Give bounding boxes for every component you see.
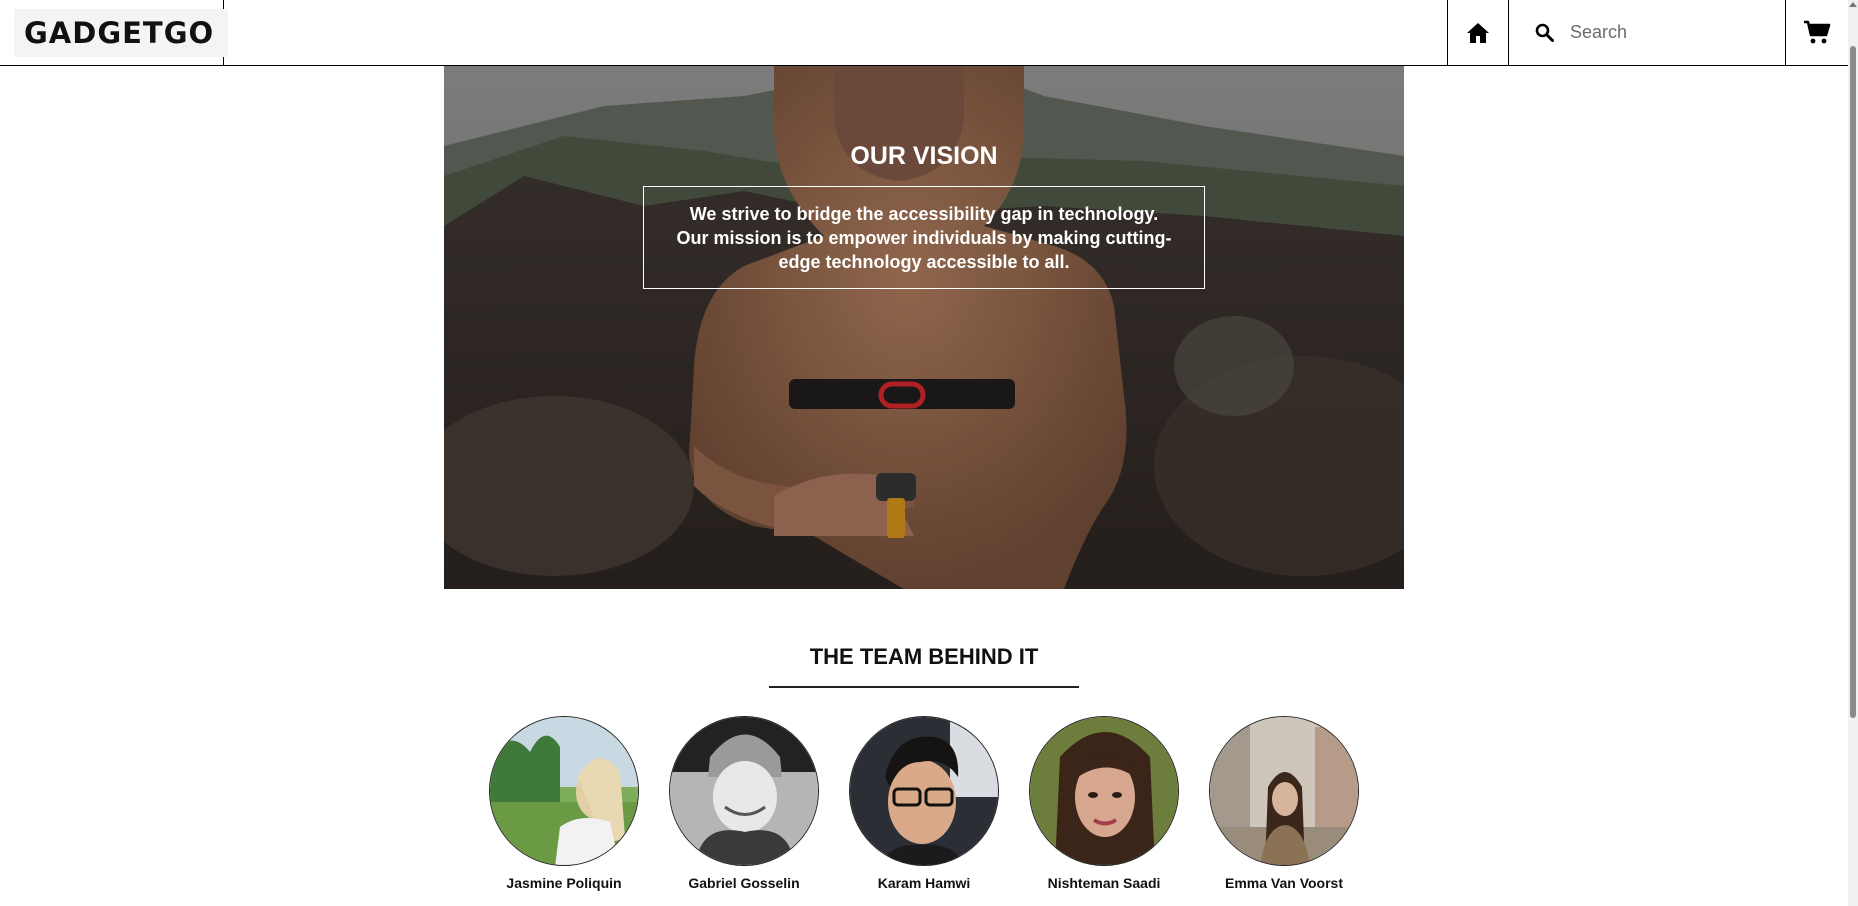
search-input[interactable] bbox=[1570, 22, 1770, 43]
member-name: Jasmine Poliquin bbox=[506, 875, 622, 891]
scroll-up-arrow-icon[interactable] bbox=[1849, 2, 1857, 7]
logo[interactable]: GADGETGO bbox=[14, 8, 229, 57]
avatar bbox=[669, 716, 819, 866]
cart-button[interactable] bbox=[1785, 0, 1848, 65]
avatar bbox=[1029, 716, 1179, 866]
page-scrollbar[interactable] bbox=[1848, 0, 1858, 906]
vision-hero: OUR VISION We strive to bridge the acces… bbox=[444, 66, 1404, 589]
search-icon bbox=[1535, 23, 1554, 42]
team-member: Nishteman Saadi bbox=[1014, 716, 1194, 891]
site-header: GADGETGO bbox=[0, 0, 1848, 66]
vision-statement: We strive to bridge the accessibility ga… bbox=[676, 203, 1172, 272]
scrollbar-thumb[interactable] bbox=[1850, 46, 1856, 718]
team-member: Emma Van Voorst bbox=[1194, 716, 1374, 891]
logo-text: GADGETGO bbox=[24, 15, 215, 50]
member-name: Nishteman Saadi bbox=[1047, 875, 1161, 891]
search-bar[interactable] bbox=[1509, 0, 1786, 65]
vision-statement-box: We strive to bridge the accessibility ga… bbox=[643, 186, 1205, 289]
cart-icon bbox=[1804, 20, 1831, 44]
avatar bbox=[849, 716, 999, 866]
avatar bbox=[1209, 716, 1359, 866]
team-title-divider bbox=[769, 686, 1079, 688]
member-name: Emma Van Voorst bbox=[1224, 875, 1343, 891]
team-member: Jasmine Poliquin bbox=[474, 716, 654, 891]
home-button[interactable] bbox=[1447, 0, 1509, 65]
team-member: Karam Hamwi bbox=[834, 716, 1014, 891]
home-icon bbox=[1467, 22, 1489, 43]
logo-container[interactable]: GADGETGO bbox=[0, 0, 229, 65]
team-member: Gabriel Gosselin bbox=[654, 716, 834, 891]
member-name: Gabriel Gosselin bbox=[688, 875, 800, 891]
avatar bbox=[489, 716, 639, 866]
member-name: Karam Hamwi bbox=[877, 875, 971, 891]
team-section-title: THE TEAM BEHIND IT bbox=[809, 644, 1039, 669]
vision-title: OUR VISION bbox=[850, 142, 998, 170]
